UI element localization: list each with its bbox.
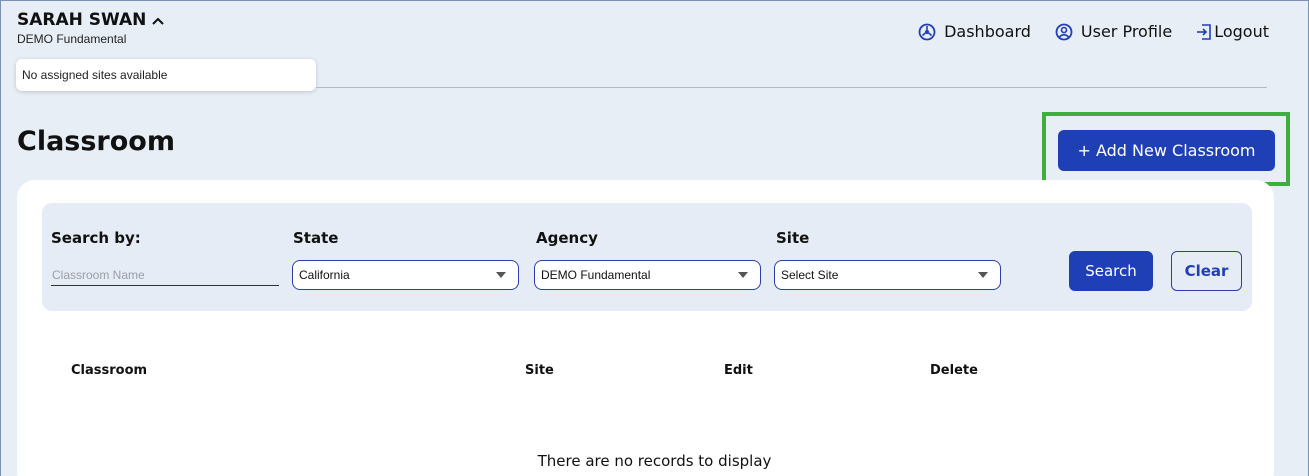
user-profile-icon <box>1055 23 1073 41</box>
dropdown-arrow-icon <box>738 272 748 278</box>
agency-select[interactable]: DEMO Fundamental <box>534 260 761 290</box>
nav-logout-label: Logout <box>1214 22 1269 41</box>
site-select-value: Select Site <box>781 268 839 282</box>
add-new-classroom-button[interactable]: + Add New Classroom <box>1058 130 1275 171</box>
nav-user-profile[interactable]: User Profile <box>1055 22 1172 41</box>
classroom-name-input[interactable] <box>51 264 279 286</box>
user-organization: DEMO Fundamental <box>17 32 127 46</box>
user-menu[interactable]: SARAH SWAN DEMO Fundamental <box>17 10 165 46</box>
nav-dashboard-label: Dashboard <box>944 22 1031 41</box>
column-header-classroom[interactable]: Classroom <box>71 363 147 378</box>
user-name: SARAH SWAN <box>17 10 147 30</box>
state-label: State <box>293 229 339 247</box>
search-button[interactable]: Search <box>1069 251 1153 291</box>
nav-user-profile-label: User Profile <box>1080 22 1173 41</box>
nav-dashboard[interactable]: Dashboard <box>918 22 1031 41</box>
search-by-label: Search by: <box>51 229 141 247</box>
assigned-sites-popup: No assigned sites available <box>16 59 316 91</box>
nav-logout[interactable]: Logout <box>1196 22 1269 41</box>
logout-icon <box>1196 23 1212 41</box>
site-select[interactable]: Select Site <box>774 260 1001 290</box>
header-divider <box>316 87 1267 88</box>
column-header-site[interactable]: Site <box>525 363 554 378</box>
dashboard-icon <box>918 23 936 41</box>
assigned-sites-message: No assigned sites available <box>22 68 168 82</box>
agency-label: Agency <box>536 229 598 247</box>
chevron-up-icon[interactable] <box>152 13 165 29</box>
site-label: Site <box>776 229 810 247</box>
page-title: Classroom <box>17 126 175 157</box>
clear-button[interactable]: Clear <box>1171 251 1242 291</box>
state-select-value: California <box>299 268 350 282</box>
dropdown-arrow-icon <box>978 272 988 278</box>
dropdown-arrow-icon <box>496 272 506 278</box>
state-select[interactable]: California <box>292 260 519 290</box>
user-name-row[interactable]: SARAH SWAN <box>17 10 165 30</box>
column-header-delete: Delete <box>930 363 978 378</box>
empty-table-message: There are no records to display <box>537 452 772 470</box>
column-header-edit: Edit <box>724 363 753 378</box>
agency-select-value: DEMO Fundamental <box>541 268 651 282</box>
top-navigation: Dashboard User Profile Logout <box>918 22 1269 41</box>
